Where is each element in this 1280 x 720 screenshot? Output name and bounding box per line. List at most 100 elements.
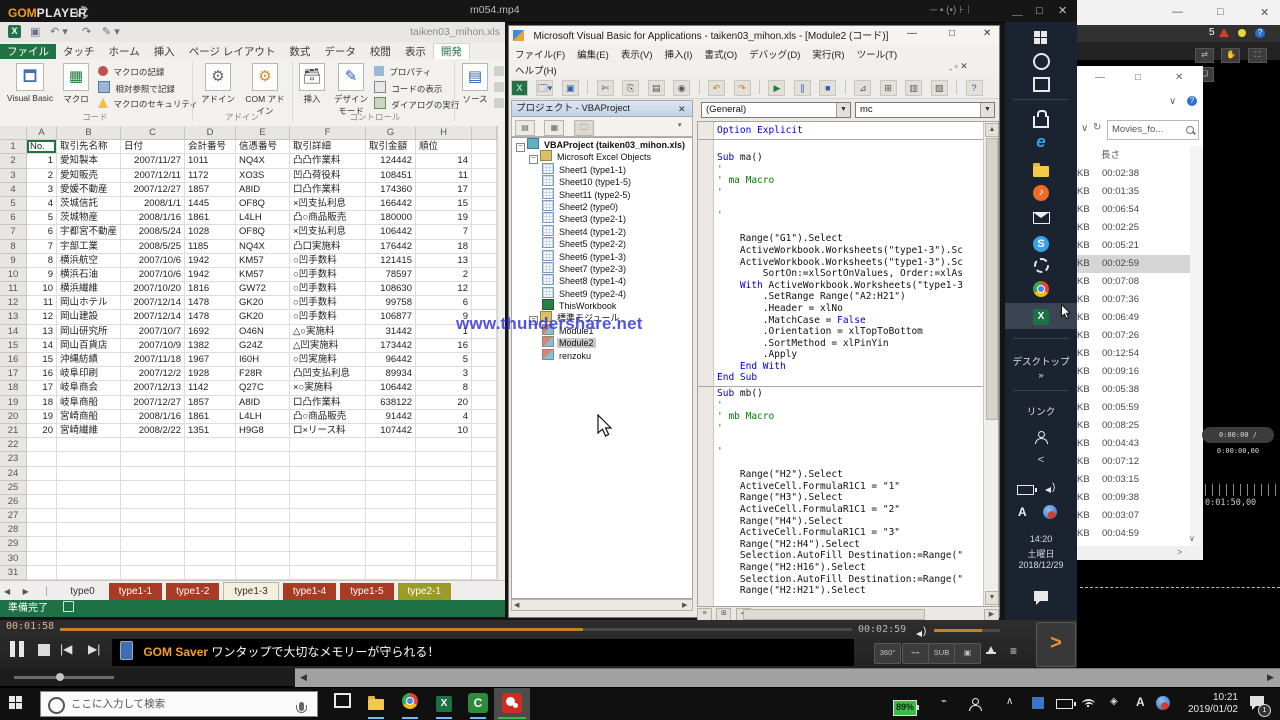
cell-C12[interactable]: 2007/12/14	[121, 296, 185, 310]
cell-A26[interactable]	[27, 495, 57, 509]
row-header-9[interactable]: 9	[0, 254, 27, 268]
cell-A4[interactable]: 3	[27, 183, 57, 197]
file-row[interactable]: KB00:03:07	[1077, 507, 1190, 525]
cell-E8[interactable]: NQ4X	[236, 240, 290, 254]
column-header-F[interactable]: F	[290, 126, 366, 140]
cell-E19[interactable]: A8ID	[236, 396, 290, 410]
sheet-nav-next-icon[interactable]: ▶	[23, 587, 29, 596]
cell-H15[interactable]: 16	[416, 339, 472, 353]
cell-D10[interactable]: 1942	[185, 268, 236, 282]
row-header-6[interactable]: 6	[0, 211, 27, 225]
cell-H4[interactable]: 17	[416, 183, 472, 197]
file-row[interactable]: KB00:05:21	[1077, 237, 1190, 255]
cell-E22[interactable]	[236, 438, 290, 452]
sheet-tab-type1-3[interactable]: type1-3	[223, 582, 278, 602]
file-row[interactable]: KB00:12:54	[1077, 345, 1190, 363]
row-header-21[interactable]: 21	[0, 424, 27, 438]
help-icon[interactable]: ?	[1255, 28, 1265, 38]
vba-maximize-button[interactable]: □	[949, 28, 955, 39]
cell-F29[interactable]	[290, 537, 366, 551]
cell-C7[interactable]: 2008/5/24	[121, 225, 185, 239]
code-vertical-scrollbar[interactable]: ▲ ▼	[983, 122, 999, 606]
cell-B17[interactable]: 岐阜印刷	[57, 367, 121, 381]
cell-C4[interactable]: 2007/12/27	[121, 183, 185, 197]
cell-C8[interactable]: 2008/5/25	[121, 240, 185, 254]
file-row[interactable]: KB00:02:25	[1077, 219, 1190, 237]
tray-app-icon[interactable]	[1032, 697, 1044, 712]
cell-D8[interactable]: 1185	[185, 240, 236, 254]
maximize-button[interactable]: □	[1036, 0, 1043, 22]
cell-G5[interactable]: 166442	[366, 197, 416, 211]
cell-B19[interactable]: 岐阜商船	[57, 396, 121, 410]
file-row[interactable]: KB00:07:12	[1077, 453, 1190, 471]
cell-E25[interactable]	[236, 481, 290, 495]
explorer-minimize-button[interactable]: —	[1095, 72, 1105, 83]
cell-F21[interactable]: 口×リース料	[290, 424, 366, 438]
cell-B10[interactable]: 横浜石油	[57, 268, 121, 282]
undo-icon[interactable]: ↶ ▾	[50, 25, 68, 38]
run-dialog-button[interactable]: ダイアログの実行	[374, 97, 459, 112]
row-header-3[interactable]: 3	[0, 169, 27, 183]
scroll-down-icon[interactable]: ▼	[985, 591, 999, 605]
bg-minimize-button[interactable]: —	[1172, 6, 1183, 18]
cell-G6[interactable]: 180000	[366, 211, 416, 225]
cell-C11[interactable]: 2007/10/20	[121, 282, 185, 296]
cell-F20[interactable]: 凸○商品販売	[290, 410, 366, 424]
insert-control-button[interactable]: 🗃 挿入	[296, 62, 328, 105]
cell-A17[interactable]: 16	[27, 367, 57, 381]
row-header-24[interactable]: 24	[0, 467, 27, 481]
project-tree[interactable]: −VBAProject (taiken03_mihon.xls)−Microso…	[511, 137, 693, 599]
cell-E28[interactable]	[236, 523, 290, 537]
excel-quick-access-toolbar[interactable]: X ▣ ↶ ▾ ↷ ✎ ▾ taiken03_mihon.xls	[0, 22, 505, 42]
cell-G21[interactable]: 107442	[366, 424, 416, 438]
cell-H26[interactable]	[416, 495, 472, 509]
cell-E15[interactable]: G24Z	[236, 339, 290, 353]
wifi-icon[interactable]	[1082, 699, 1095, 711]
cell-H7[interactable]: 7	[416, 225, 472, 239]
cell-B9[interactable]: 横浜航空	[57, 254, 121, 268]
undo-icon[interactable]: ↶	[708, 80, 725, 96]
file-explorer-icon[interactable]	[364, 693, 388, 715]
row-header-8[interactable]: 8	[0, 240, 27, 254]
language-ball-icon[interactable]	[1043, 505, 1057, 524]
file-row[interactable]: KB00:03:15	[1077, 471, 1190, 489]
cell-C28[interactable]	[121, 523, 185, 537]
cell-A9[interactable]: 8	[27, 254, 57, 268]
cell-H25[interactable]	[416, 481, 472, 495]
cell-C21[interactable]: 2008/2/22	[121, 424, 185, 438]
cell-B28[interactable]	[57, 523, 121, 537]
cell-C6[interactable]: 2008/1/16	[121, 211, 185, 225]
row-header-5[interactable]: 5	[0, 197, 27, 211]
cell-C9[interactable]: 2007/10/6	[121, 254, 185, 268]
cell-C1[interactable]: 日付	[121, 140, 185, 154]
cell-F27[interactable]	[290, 509, 366, 523]
taskbar-search-box[interactable]: ここに入力して検索	[40, 691, 318, 717]
design-mode-button[interactable]: ✎ デザイン モード	[330, 62, 372, 117]
length-column-header[interactable]: 長さ	[1101, 147, 1120, 161]
sheet-nav-prev-icon[interactable]: ◀	[4, 587, 10, 596]
background-window-titlebar[interactable]: — □ ✕	[1077, 0, 1280, 25]
cortana-button[interactable]	[1005, 53, 1077, 75]
panel-overflow-icon[interactable]: ▾	[678, 121, 682, 129]
cell-E1[interactable]: 信憑番号	[236, 140, 290, 154]
cell-G27[interactable]	[366, 509, 416, 523]
row-header-26[interactable]: 26	[0, 495, 27, 509]
column-header-C[interactable]: C	[121, 126, 185, 140]
cell-B4[interactable]: 愛媛不動産	[57, 183, 121, 197]
vba-menubar[interactable]: ファイル(F)編集(E)表示(V)挿入(I)書式(O)デバッグ(D)実行(R)ツ…	[509, 45, 999, 61]
cell-D1[interactable]: 会計番号	[185, 140, 236, 154]
cell-B8[interactable]: 宇部工業	[57, 240, 121, 254]
cell-D18[interactable]: 1142	[185, 381, 236, 395]
cell-D16[interactable]: 1967	[185, 353, 236, 367]
cell-F10[interactable]: ○凹手数料	[290, 268, 366, 282]
cell-D26[interactable]	[185, 495, 236, 509]
cell-C17[interactable]: 2007/12/2	[121, 367, 185, 381]
open-control-panel-button[interactable]: >	[1036, 622, 1076, 667]
file-row[interactable]: KB00:07:36	[1077, 291, 1190, 309]
cell-E17[interactable]: F28R	[236, 367, 290, 381]
volume-icon[interactable]	[1045, 481, 1053, 499]
cell-G22[interactable]	[366, 438, 416, 452]
cell-E18[interactable]: Q27C	[236, 381, 290, 395]
cell-D23[interactable]	[185, 452, 236, 466]
fit-screen-icon[interactable]: ⛶	[1248, 48, 1267, 63]
